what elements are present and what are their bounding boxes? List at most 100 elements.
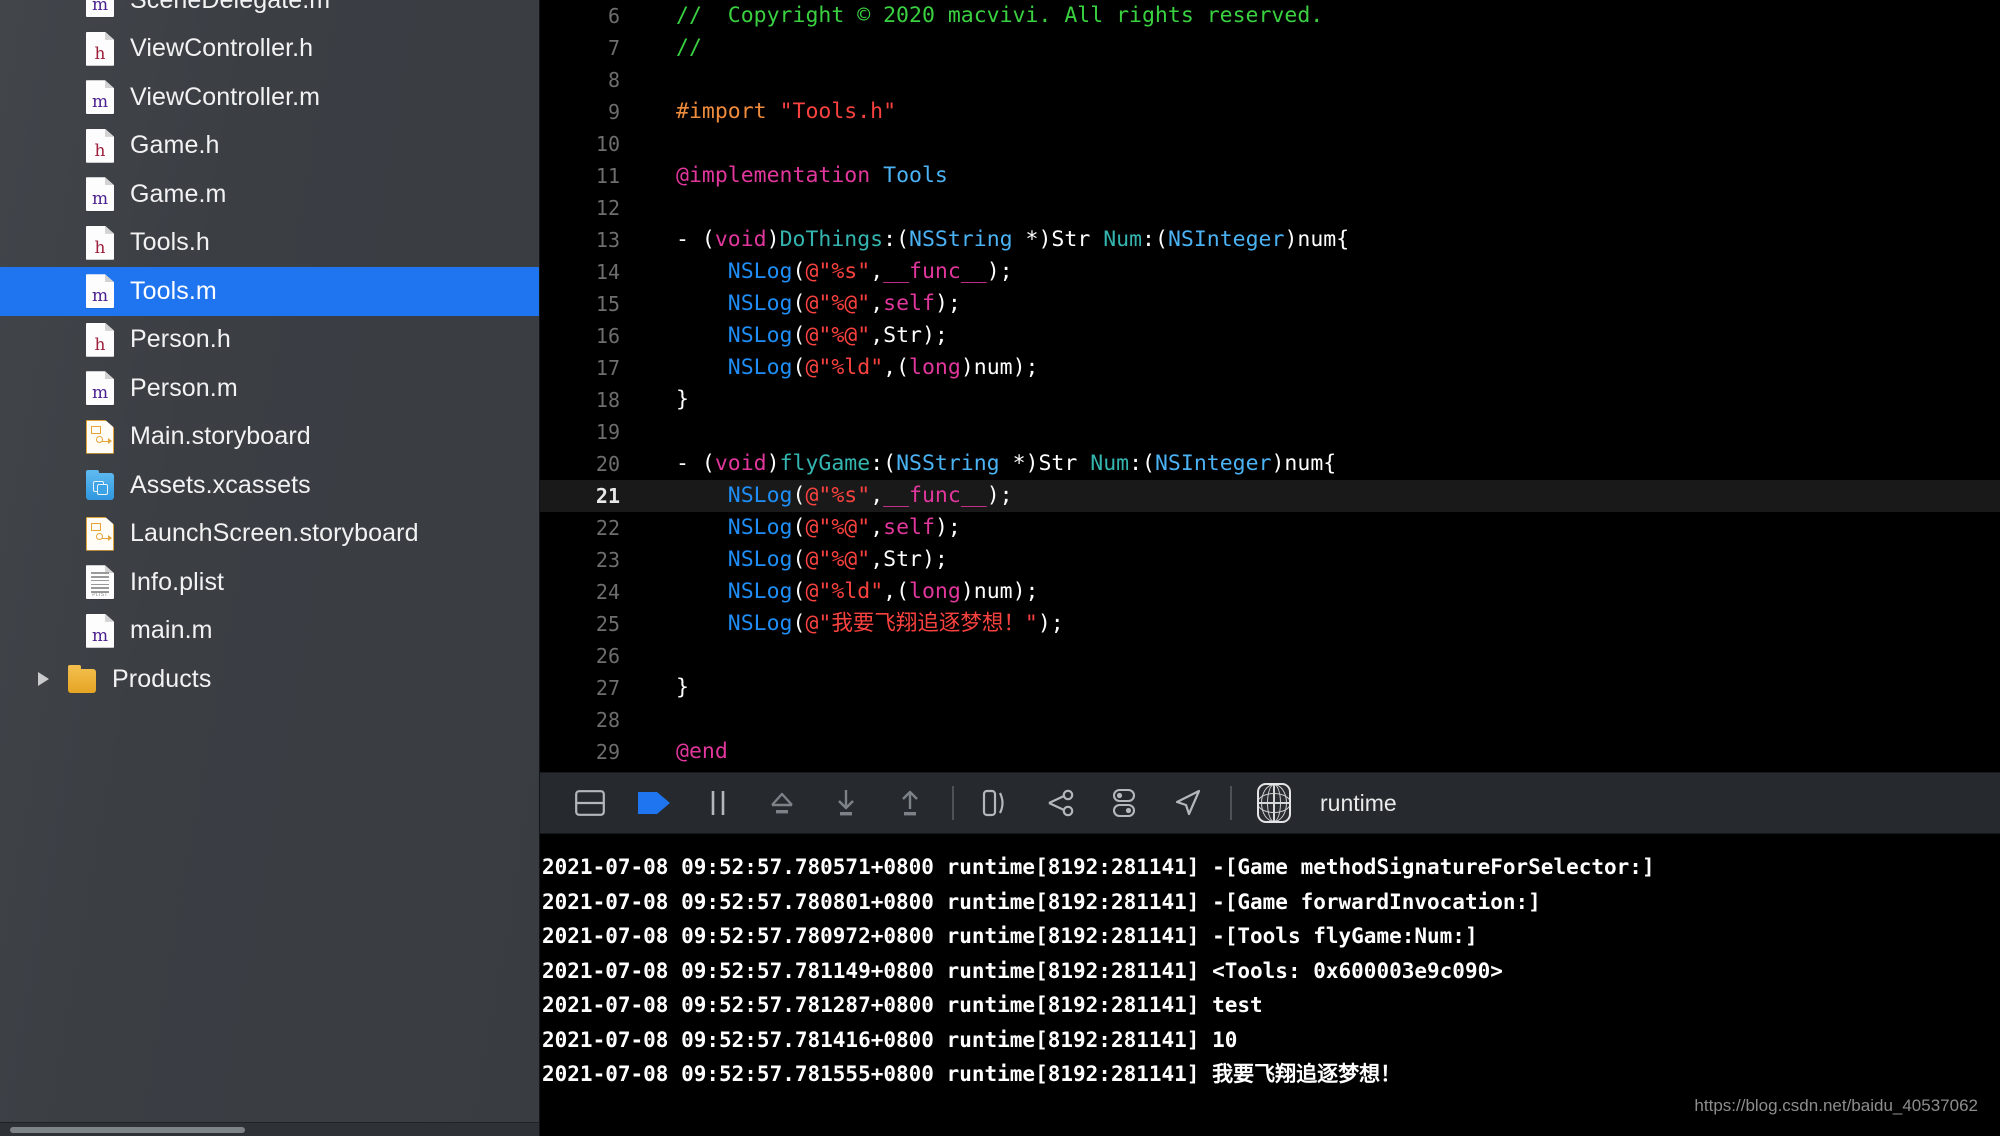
code-text: - (void)flyGame:(NSString *)Str Num:(NSI… (676, 451, 1337, 476)
project-navigator-panel: m SceneDelegate.m h ViewController.h m ViewCo… (0, 0, 540, 1136)
continue-button[interactable] (622, 772, 686, 834)
source-code-editor[interactable]: 6 // Copyright © 2020 macvivi. All rights… (540, 0, 2000, 772)
file-row-launchscreen-storyboard[interactable]: LaunchScreen.storyboard (0, 510, 540, 559)
code-line-29[interactable]: 29 @end (540, 736, 2000, 768)
line-number: 16 (595, 324, 620, 348)
code-text: NSLog(@"%@",Str); (727, 547, 948, 572)
memory-graph-button[interactable] (1028, 772, 1092, 834)
file-row-label: main.m (130, 616, 213, 645)
code-line-25[interactable]: 25 NSLog(@"我要飞翔追逐梦想！"); (540, 608, 2000, 640)
code-line-19[interactable]: 19 (540, 416, 2000, 448)
hide-debug-area-button[interactable] (558, 772, 622, 834)
horizontal-scrollbar[interactable] (10, 1127, 245, 1133)
line-number: 9 (607, 100, 620, 124)
file-row-game-m[interactable]: m Game.m (0, 170, 540, 219)
file-row-tools-m[interactable]: m Tools.m (0, 267, 540, 316)
environment-overrides-button[interactable] (1092, 772, 1156, 834)
code-text: NSLog(@"%ld",(long)num); (727, 355, 1039, 380)
step-over-button[interactable] (750, 772, 814, 834)
code-text: NSLog(@"%@",self); (727, 291, 961, 316)
code-line-15[interactable]: 15 NSLog(@"%@",self); (540, 288, 2000, 320)
file-row-viewcontroller-h[interactable]: h ViewController.h (0, 25, 540, 74)
code-text: // (676, 35, 702, 60)
location-arrow-icon (1175, 789, 1201, 816)
disclosure-triangle-icon[interactable] (38, 672, 49, 687)
file-row-label: Info.plist (130, 567, 225, 596)
line-number: 8 (607, 68, 620, 92)
file-list[interactable]: m SceneDelegate.m h ViewController.h m ViewCo… (0, 0, 540, 704)
code-line-27[interactable]: 27} (540, 672, 2000, 704)
file-row-label: Products (112, 664, 212, 693)
console-output[interactable]: 2021-07-08 09:52:57.780571+0800 runtime[… (540, 834, 2000, 1136)
file-row-tools-h[interactable]: h Tools.h (0, 219, 540, 268)
console-line: 2021-07-08 09:52:57.781149+0800 runtime[… (542, 958, 1503, 983)
code-line-8[interactable]: 8 (540, 64, 2000, 96)
file-row-main-storyboard[interactable]: Main.storyboard (0, 413, 540, 462)
line-number: 23 (595, 548, 620, 572)
code-line-16[interactable]: 16 NSLog(@"%@",Str); (540, 320, 2000, 352)
storyboard-file-icon (86, 419, 114, 454)
file-row-label: Game.m (130, 179, 227, 208)
file-row-main-m[interactable]: m main.m (0, 607, 540, 656)
code-line-9[interactable]: 9 #import "Tools.h" (540, 96, 2000, 128)
scheme-icon-button[interactable] (1242, 772, 1306, 834)
file-row-label: Main.storyboard (130, 422, 311, 451)
view-hierarchy-button[interactable] (964, 772, 1028, 834)
step-into-button[interactable] (814, 772, 878, 834)
file-row-label: ViewController.m (130, 82, 321, 111)
line-number: 27 (595, 676, 620, 700)
code-line-26[interactable]: 26 (540, 640, 2000, 672)
objc-m-file-icon: m (86, 177, 114, 212)
step-over-icon (771, 792, 793, 814)
code-line-22[interactable]: 22 NSLog(@"%@",self); (540, 512, 2000, 544)
file-row-person-m[interactable]: m Person.m (0, 364, 540, 413)
file-row-person-h[interactable]: h Person.h (0, 316, 540, 365)
line-number: 28 (595, 708, 620, 732)
code-line-7[interactable]: 7 // (540, 32, 2000, 64)
console-line: 2021-07-08 09:52:57.781416+0800 runtime[… (542, 1027, 1238, 1052)
code-line-10[interactable]: 10 (540, 128, 2000, 160)
code-line-11[interactable]: 11 @implementation Tools (540, 160, 2000, 192)
line-number: 14 (595, 260, 620, 284)
file-row-game-h[interactable]: h Game.h (0, 122, 540, 171)
step-out-icon (902, 790, 918, 816)
code-line-13[interactable]: 13 - (void)DoThings:(NSString *)Str Num:(… (540, 224, 2000, 256)
pause-button[interactable] (686, 772, 750, 834)
simulate-location-button[interactable] (1156, 772, 1220, 834)
code-text: NSLog(@"我要飞翔追逐梦想！"); (727, 611, 1064, 636)
code-line-20[interactable]: 20 - (void)flyGame:(NSString *)Str Num:(N… (540, 448, 2000, 480)
console-line: 2021-07-08 09:52:57.780801+0800 runtime[… (542, 889, 1541, 914)
xcassets-folder-icon (86, 470, 114, 501)
objc-m-file-icon: m (86, 371, 114, 406)
file-row-viewcontroller-m[interactable]: m ViewController.m (0, 73, 540, 122)
code-line-14[interactable]: 14 NSLog(@"%s",__func__); (540, 256, 2000, 288)
file-row-label: LaunchScreen.storyboard (130, 519, 419, 548)
file-row-assets-xcassets[interactable]: Assets.xcassets (0, 461, 540, 510)
step-out-button[interactable] (878, 772, 942, 834)
code-line-12[interactable]: 12 (540, 192, 2000, 224)
line-number: 19 (595, 420, 620, 444)
code-line-21[interactable]: 21 NSLog(@"%s",__func__); (540, 480, 2000, 512)
file-row-info-plist[interactable]: PLIST Info.plist (0, 558, 540, 607)
console-line: 2021-07-08 09:52:57.780571+0800 runtime[… (542, 855, 1655, 879)
code-text: NSLog(@"%s",__func__); (727, 483, 1013, 508)
panel-toggle-icon (575, 790, 605, 816)
navigator-bottom-bar (0, 1122, 540, 1136)
objc-m-file-icon: m (86, 0, 114, 18)
line-number: 18 (595, 388, 620, 412)
code-line-18[interactable]: 18} (540, 384, 2000, 416)
file-row-label: Game.h (130, 131, 220, 160)
code-text: NSLog(@"%@",Str); (727, 323, 948, 348)
code-line-17[interactable]: 17 NSLog(@"%ld",(long)num); (540, 352, 2000, 384)
debug-toolbar[interactable]: runtime (540, 772, 2000, 834)
file-row-products[interactable]: Products (0, 655, 540, 704)
folder-icon (68, 665, 96, 694)
line-number: 24 (595, 580, 620, 604)
file-row-scenedelegate-m[interactable]: m SceneDelegate.m (0, 0, 540, 25)
code-line-6[interactable]: 6 // Copyright © 2020 macvivi. All rights… (540, 0, 2000, 32)
toggles-icon (1112, 788, 1136, 818)
code-text: } (676, 387, 689, 412)
code-line-24[interactable]: 24 NSLog(@"%ld",(long)num); (540, 576, 2000, 608)
code-line-28[interactable]: 28 (540, 704, 2000, 736)
code-line-23[interactable]: 23 NSLog(@"%@",Str); (540, 544, 2000, 576)
